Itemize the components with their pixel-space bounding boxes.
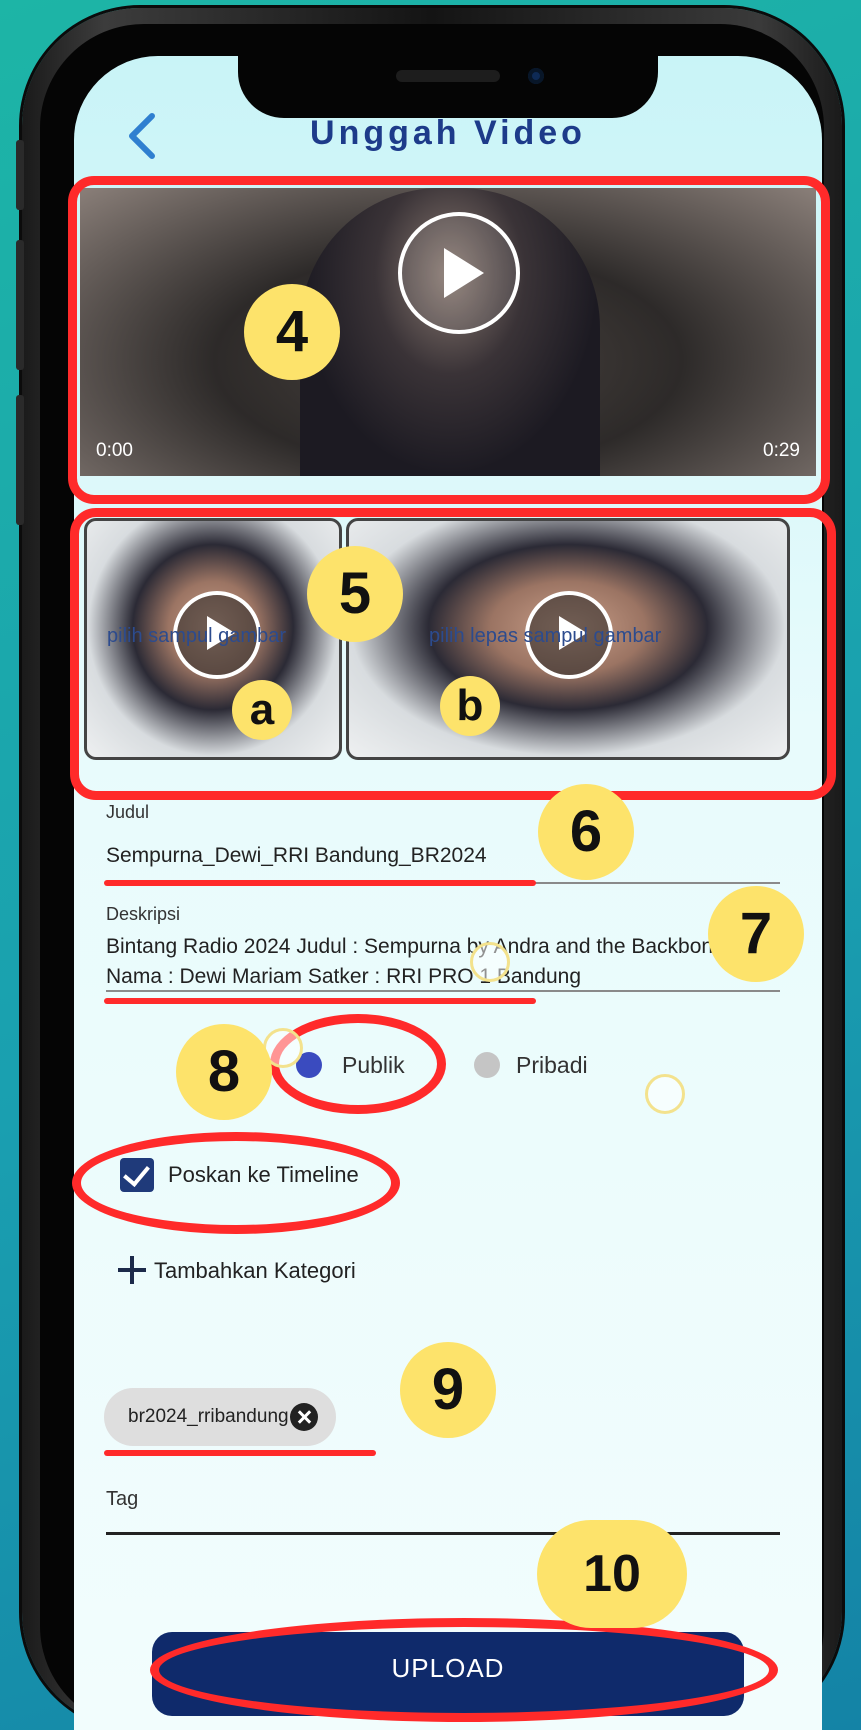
title-field[interactable]: Sempurna_Dewi_RRI Bandung_BR2024: [106, 844, 487, 868]
close-icon[interactable]: [290, 1403, 318, 1431]
annotation-number-8: 8: [176, 1024, 272, 1120]
annotation-underline-chip: [104, 1450, 376, 1456]
annotation-box-video: [68, 176, 830, 504]
touch-indicator: [470, 942, 510, 982]
radio-private-label: Pribadi: [516, 1052, 588, 1078]
plus-icon[interactable]: [118, 1256, 146, 1284]
side-button-volume-down: [16, 395, 24, 525]
annotation-ellipse-public: [270, 1014, 446, 1114]
annotation-box-thumbnails: [70, 508, 836, 800]
description-field-underline: [106, 990, 780, 992]
radio-private[interactable]: [474, 1052, 500, 1078]
tag-field[interactable]: Tag: [106, 1488, 138, 1511]
annotation-number-6: 6: [538, 784, 634, 880]
description-label: Deskripsi: [106, 904, 181, 924]
annotation-ellipse-timeline: [72, 1132, 400, 1234]
speaker-grille: [396, 70, 500, 82]
annotation-underline-title: [104, 880, 536, 886]
page-title: Unggah Video: [310, 114, 586, 152]
annotation-number-4: 4: [244, 284, 340, 380]
description-field[interactable]: Bintang Radio 2024 Judul : Sempurna by A…: [106, 932, 726, 992]
annotation-number-5: 5: [307, 546, 403, 642]
side-button-volume-up: [16, 240, 24, 370]
tag-field-underline: [106, 1532, 780, 1535]
phone-notch: [238, 48, 658, 118]
title-label: Judul: [106, 802, 150, 822]
annotation-underline-description: [104, 998, 536, 1004]
annotation-ellipse-upload: [150, 1618, 778, 1722]
side-button-silent: [16, 140, 24, 210]
annotation-number-7: 7: [708, 886, 804, 982]
category-chip-label: br2024_rribandung: [128, 1406, 289, 1427]
touch-indicator: [645, 1074, 685, 1114]
annotation-letter-b: b: [440, 676, 500, 736]
annotation-number-10: 10: [537, 1520, 687, 1628]
category-chip: br2024_rribandung: [104, 1388, 336, 1446]
front-camera: [528, 68, 544, 84]
add-category-button[interactable]: Tambahkan Kategori: [154, 1258, 356, 1284]
annotation-number-9: 9: [400, 1342, 496, 1438]
annotation-letter-a: a: [232, 680, 292, 740]
